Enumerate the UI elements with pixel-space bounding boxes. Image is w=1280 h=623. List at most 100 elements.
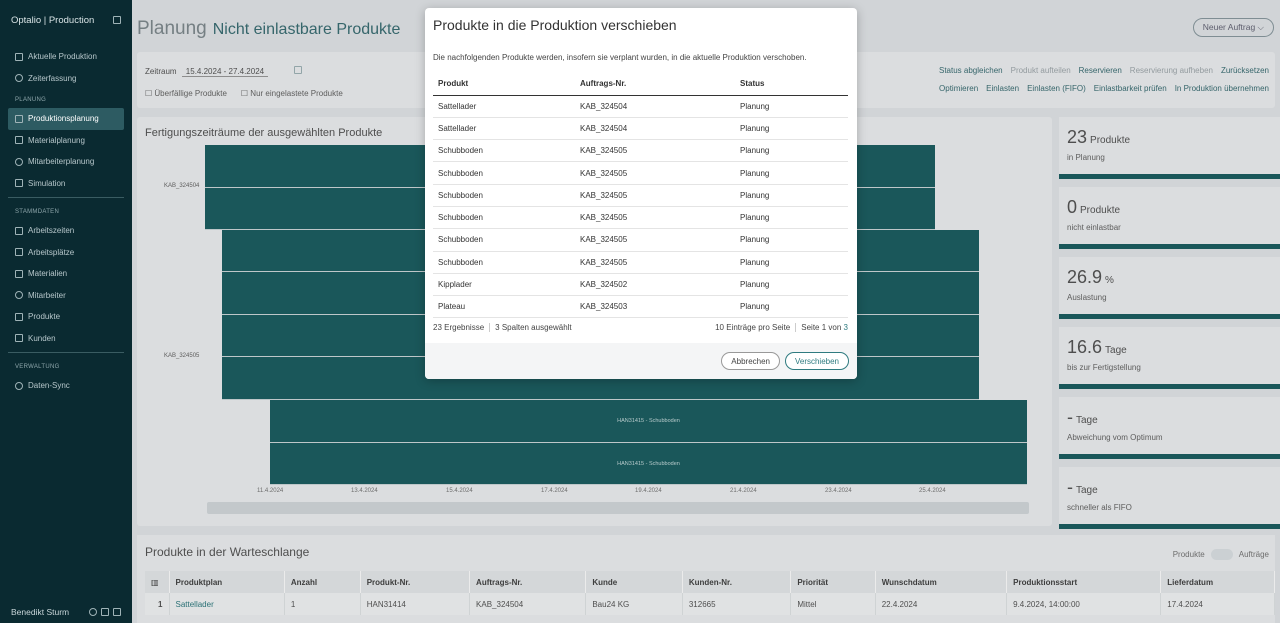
column-header[interactable]: Produkt <box>433 72 575 96</box>
sidebar-item-label: Materialien <box>28 269 68 279</box>
page-size-select[interactable]: 10 Einträge pro Seite <box>715 323 790 332</box>
user-name: Benedikt Sturm <box>11 607 70 617</box>
table-row[interactable]: Schubboden KAB_324505 Planung <box>433 206 848 230</box>
dialog-pagination: 23 Ergebnisse 3 Spalten ausgewählt 10 Ein… <box>433 323 848 332</box>
sidebar-item-daten-sync[interactable]: Daten-Sync <box>0 375 132 397</box>
video-icon[interactable] <box>101 608 109 616</box>
page-of-label: von <box>828 323 842 332</box>
results-count: 23 Ergebnisse <box>433 323 485 332</box>
sidebar-item-zeiterfassung[interactable]: Zeiterfassung <box>0 68 132 90</box>
table-cell: Planung <box>735 251 848 274</box>
table-cell: Planung <box>735 228 848 252</box>
clock-icon <box>15 74 23 83</box>
table-cell: Schubboden <box>433 228 575 252</box>
column-header[interactable]: Auftrags-Nr. <box>575 72 735 96</box>
table-row[interactable]: Kipplader KAB_324502 Planung <box>433 273 848 297</box>
settings-icon[interactable] <box>89 608 97 616</box>
sidebar-item-label: Simulation <box>28 178 66 188</box>
table-cell: Plateau <box>433 295 575 319</box>
table-cell: KAB_324504 <box>575 95 735 118</box>
sidebar-section-verwaltung: VERWALTUNG <box>15 364 60 370</box>
table-cell: Sattellader <box>433 117 575 141</box>
sidebar-item-label: Kunden <box>28 333 56 343</box>
sidebar-item-arbeitszeiten[interactable]: Arbeitszeiten <box>0 220 132 242</box>
table-header-row: Produkt Auftrags-Nr. Status <box>433 72 848 96</box>
sidebar-item-mitarbeiterplanung[interactable]: Mitarbeiterplanung <box>0 151 132 173</box>
sidebar-item-produktionsplanung[interactable]: Produktionsplanung <box>8 108 124 130</box>
users-icon <box>15 157 23 166</box>
calendar-icon <box>15 226 23 235</box>
table-row[interactable]: Schubboden KAB_324505 Planung <box>433 251 848 274</box>
table-cell: Planung <box>735 117 848 141</box>
cancel-button[interactable]: Abbrechen <box>721 352 780 370</box>
table-row[interactable]: Schubboden KAB_324505 Planung <box>433 228 848 252</box>
column-header[interactable]: Status <box>735 72 848 96</box>
sidebar-item-materialplanung[interactable]: Materialplanung <box>0 130 132 152</box>
table-cell: KAB_324505 <box>575 228 735 252</box>
sidebar-item-label: Daten-Sync <box>28 381 70 391</box>
table-cell: KAB_324505 <box>575 161 735 185</box>
sidebar-item-label: Arbeitsplätze <box>28 247 75 257</box>
table-cell: Sattellader <box>433 95 575 118</box>
sidebar-item-simulation[interactable]: Simulation <box>0 173 132 195</box>
product-icon <box>15 312 23 321</box>
sidebar-item-aktuelle-produktion[interactable]: Aktuelle Produktion <box>0 46 132 68</box>
table-cell: KAB_324503 <box>575 295 735 319</box>
table-cell: KAB_324505 <box>575 184 735 207</box>
columns-selected[interactable]: 3 Spalten ausgewählt <box>495 323 572 332</box>
person-icon <box>15 291 23 300</box>
sidebar-item-label: Arbeitszeiten <box>28 226 75 236</box>
sidebar-header: Optalio | Production <box>0 0 132 40</box>
move-to-production-dialog: Produkte in die Produktion verschieben D… <box>425 8 857 379</box>
table-row[interactable]: Schubboden KAB_324505 Planung <box>433 161 848 185</box>
table-cell: Planung <box>735 139 848 163</box>
table-cell: KAB_324505 <box>575 139 735 163</box>
sidebar-item-materialien[interactable]: Materialien <box>0 263 132 285</box>
app-title: Optalio | Production <box>11 14 95 26</box>
workstation-icon <box>15 248 23 257</box>
dialog-description: Die nachfolgenden Produkte werden, insof… <box>433 53 807 62</box>
sidebar-item-label: Zeiterfassung <box>28 73 77 83</box>
table-cell: Planung <box>735 273 848 297</box>
production-icon <box>15 52 23 61</box>
table-cell: Schubboden <box>433 139 575 163</box>
sidebar-item-label: Mitarbeiter <box>28 290 66 300</box>
table-row[interactable]: Sattellader KAB_324504 Planung <box>433 117 848 141</box>
table-row[interactable]: Sattellader KAB_324504 Planung <box>433 95 848 118</box>
sidebar-divider <box>8 197 124 198</box>
page-total-link[interactable]: 3 <box>844 323 848 332</box>
table-cell: Planung <box>735 161 848 185</box>
table-cell: Schubboden <box>433 161 575 185</box>
dialog-table: Produkt Auftrags-Nr. Status Sattellader K… <box>433 72 848 319</box>
sidebar-item-arbeitsplaetze[interactable]: Arbeitsplätze <box>0 242 132 264</box>
box-icon <box>15 136 23 145</box>
materials-icon <box>15 269 23 278</box>
table-cell: KAB_324504 <box>575 117 735 141</box>
table-cell: Schubboden <box>433 251 575 274</box>
logout-icon[interactable] <box>113 608 121 616</box>
table-cell: KAB_324505 <box>575 251 735 274</box>
calculator-icon[interactable] <box>113 16 121 24</box>
sidebar-item-produkte[interactable]: Produkte <box>0 306 132 328</box>
page-label: Seite <box>801 323 820 332</box>
table-cell: Planung <box>735 295 848 319</box>
table-row[interactable]: Schubboden KAB_324505 Planung <box>433 139 848 163</box>
chart-icon <box>15 114 23 123</box>
sidebar-item-label: Materialplanung <box>28 135 85 145</box>
table-cell: KAB_324505 <box>575 206 735 230</box>
sidebar-item-mitarbeiter[interactable]: Mitarbeiter <box>0 285 132 307</box>
table-cell: Schubboden <box>433 206 575 230</box>
sidebar-item-kunden[interactable]: Kunden <box>0 328 132 350</box>
sidebar-section-stammdaten: STAMMDATEN <box>15 209 60 215</box>
sidebar-item-label: Produkte <box>28 312 61 322</box>
table-row[interactable]: Schubboden KAB_324505 Planung <box>433 184 848 207</box>
sidebar-item-label: Mitarbeiterplanung <box>28 157 95 167</box>
move-button[interactable]: Verschieben <box>784 352 849 370</box>
table-cell: Kipplader <box>433 273 575 297</box>
sidebar-item-label: Produktionsplanung <box>28 114 99 124</box>
table-row[interactable]: Plateau KAB_324503 Planung <box>433 295 848 319</box>
table-cell: Planung <box>735 184 848 207</box>
sidebar-section-planung: PLANUNG <box>15 97 47 103</box>
page-current[interactable]: 1 <box>822 323 826 332</box>
table-cell: KAB_324502 <box>575 273 735 297</box>
